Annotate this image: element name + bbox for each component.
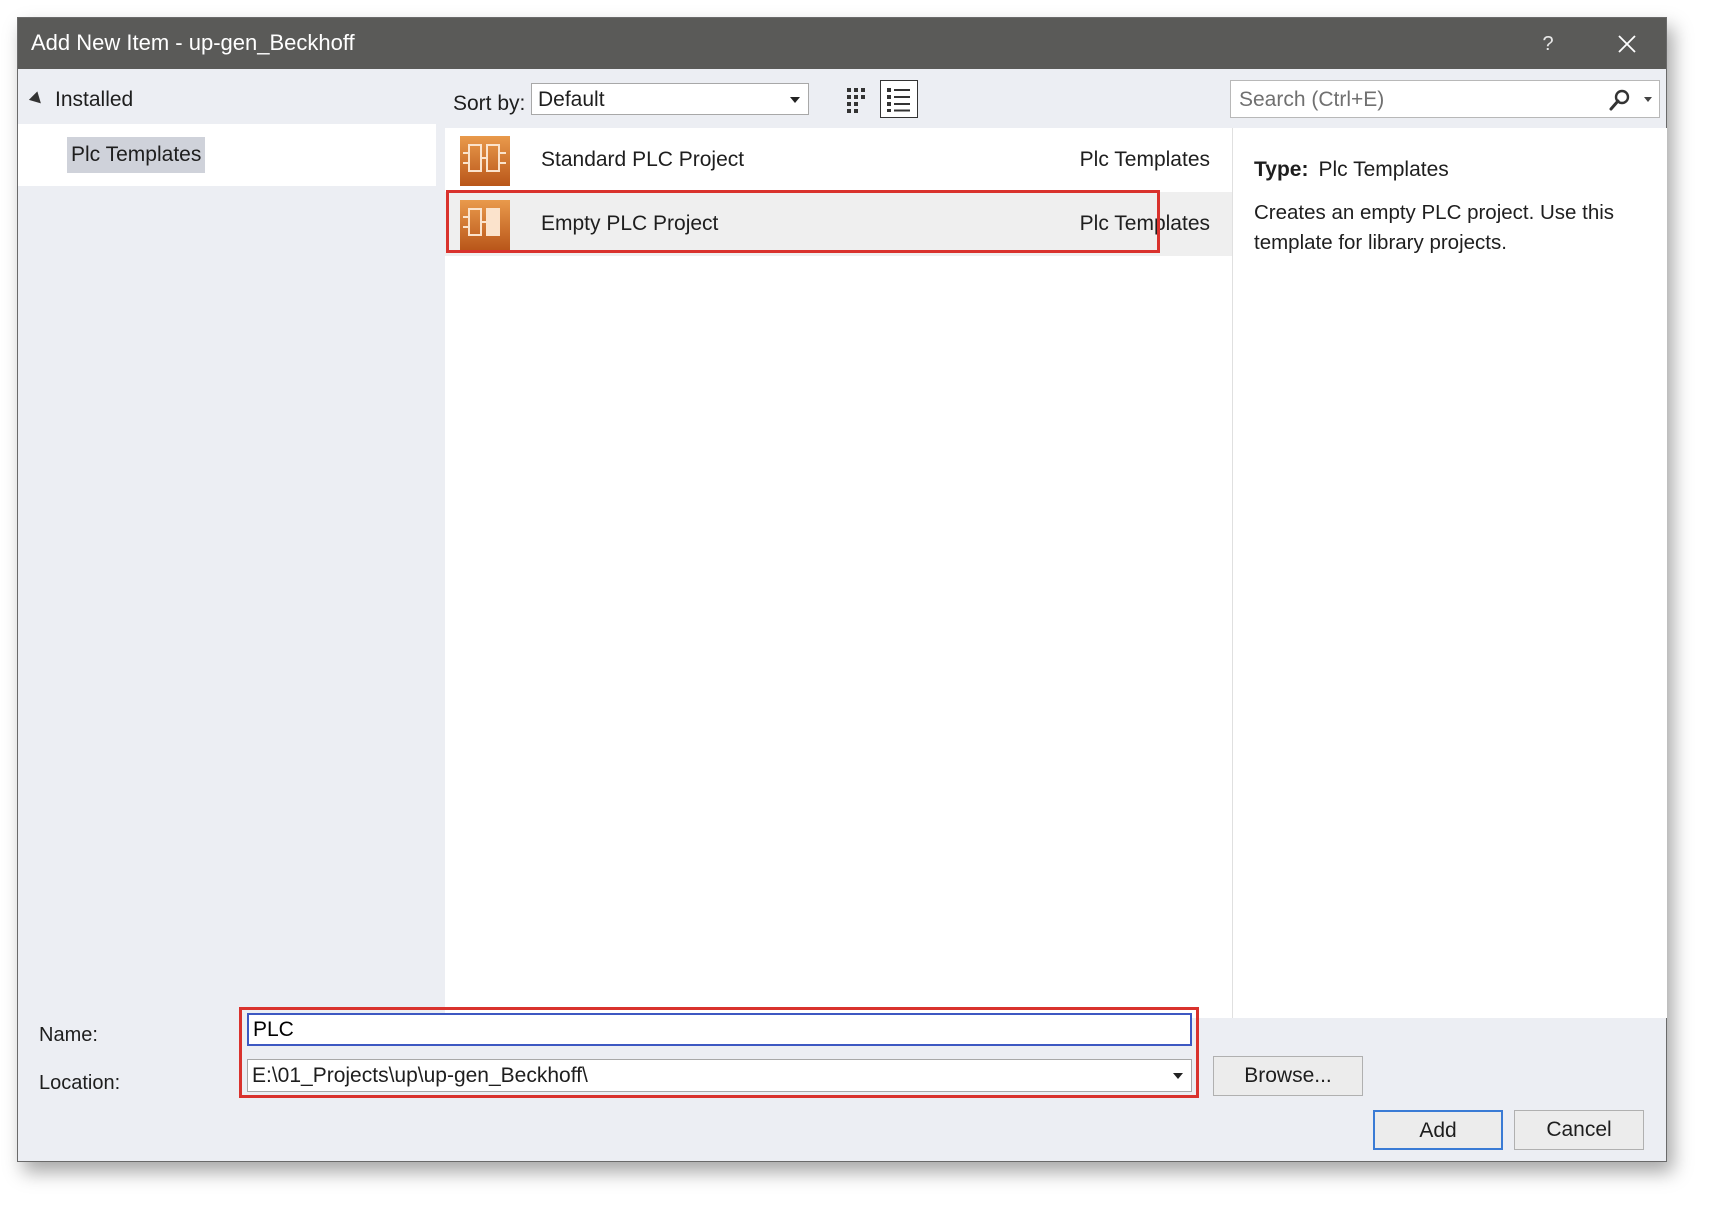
template-row-standard-plc-project[interactable]: Standard PLC Project Plc Templates	[445, 128, 1232, 192]
template-name: Standard PLC Project	[541, 148, 745, 171]
grid-view-icon	[847, 88, 865, 113]
type-value: Plc Templates	[1318, 158, 1449, 181]
plc-project-icon	[460, 200, 510, 250]
list-view-button[interactable]	[880, 80, 918, 118]
template-category: Plc Templates	[1079, 148, 1210, 171]
installed-label: Installed	[55, 88, 134, 111]
close-icon	[1618, 35, 1636, 53]
sort-by-dropdown[interactable]: Default	[531, 83, 809, 115]
title-bar: Add New Item - up-gen_Beckhoff ?	[18, 18, 1666, 69]
dialog-title: Add New Item - up-gen_Beckhoff	[31, 30, 355, 55]
template-description: Creates an empty PLC project. Use this t…	[1254, 201, 1615, 254]
template-details-panel: Type: Plc Templates Creates an empty PLC …	[1232, 128, 1667, 1018]
template-name: Empty PLC Project	[541, 212, 719, 235]
search-input[interactable]	[1237, 81, 1581, 119]
add-new-item-dialog: Add New Item - up-gen_Beckhoff ? Install…	[17, 17, 1667, 1162]
template-type-line: Type: Plc Templates	[1254, 158, 1449, 182]
cancel-button[interactable]: Cancel	[1514, 1110, 1644, 1150]
template-list: Standard PLC Project Plc Templates Empty…	[445, 128, 1232, 1018]
type-label: Type:	[1254, 158, 1309, 181]
template-row-empty-plc-project[interactable]: Empty PLC Project Plc Templates	[445, 192, 1232, 256]
sort-by-value: Default	[538, 88, 605, 111]
installed-tree-node[interactable]: Installed	[28, 88, 134, 118]
expand-triangle-icon[interactable]	[28, 91, 46, 108]
location-value: E:\01_Projects\up\up-gen_Beckhoff\	[252, 1064, 588, 1087]
close-button[interactable]	[1608, 27, 1646, 61]
search-icon[interactable]	[1608, 88, 1632, 112]
name-label: Name:	[39, 1024, 98, 1046]
tree-item-plc-templates[interactable]: Plc Templates	[67, 137, 206, 173]
search-options-arrow-icon[interactable]	[1644, 97, 1652, 102]
browse-button[interactable]: Browse...	[1213, 1056, 1363, 1096]
dropdown-arrow-icon[interactable]	[1173, 1073, 1183, 1079]
list-view-icon	[887, 88, 910, 112]
dropdown-arrow-icon	[790, 97, 800, 103]
location-label: Location:	[39, 1072, 121, 1094]
template-tree: Plc Templates	[18, 124, 436, 186]
location-combobox[interactable]: E:\01_Projects\up\up-gen_Beckhoff\	[247, 1059, 1192, 1092]
help-button[interactable]: ?	[1530, 27, 1566, 61]
sort-by-label: Sort by:	[453, 92, 526, 115]
search-box[interactable]	[1230, 80, 1660, 119]
plc-project-icon	[460, 136, 510, 186]
grid-view-button[interactable]	[837, 80, 875, 118]
template-category: Plc Templates	[1079, 212, 1210, 235]
name-input[interactable]	[247, 1013, 1192, 1046]
add-button[interactable]: Add	[1373, 1110, 1503, 1150]
